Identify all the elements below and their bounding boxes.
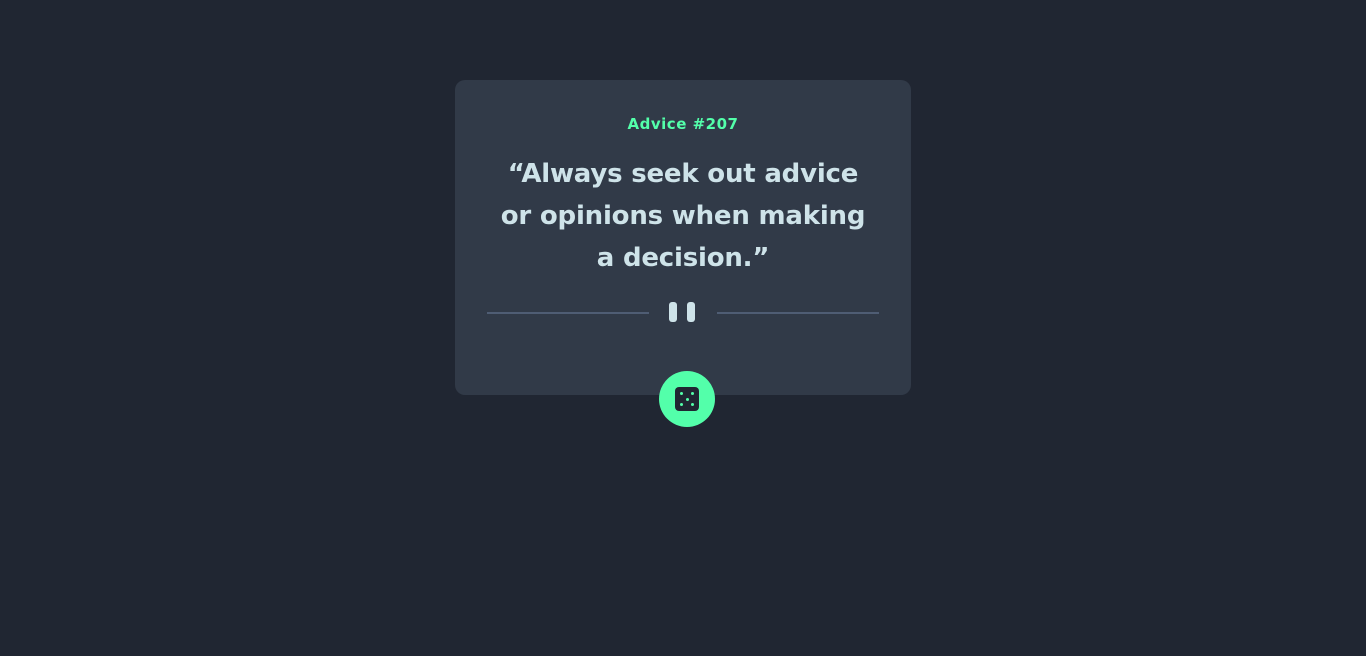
pause-bar-right [687,302,695,322]
divider-line-left [487,312,649,314]
dice-pip [680,403,683,406]
new-advice-button[interactable] [659,371,715,427]
page: Advice #207 “Always seek out advice or o… [0,0,1366,656]
dice-pip [685,397,689,401]
advice-quote: “Always seek out advice or opinions when… [500,159,866,273]
pause-bar-left [669,302,677,322]
dice-pip [680,392,683,395]
dice-pip [691,392,694,395]
dice-icon [675,387,699,411]
divider [487,301,879,323]
dice-pip [691,403,694,406]
advice-number: Advice #207 [627,115,739,133]
divider-line-right [717,312,879,314]
advice-card: Advice #207 “Always seek out advice or o… [455,80,911,395]
pause-icon [669,302,697,322]
